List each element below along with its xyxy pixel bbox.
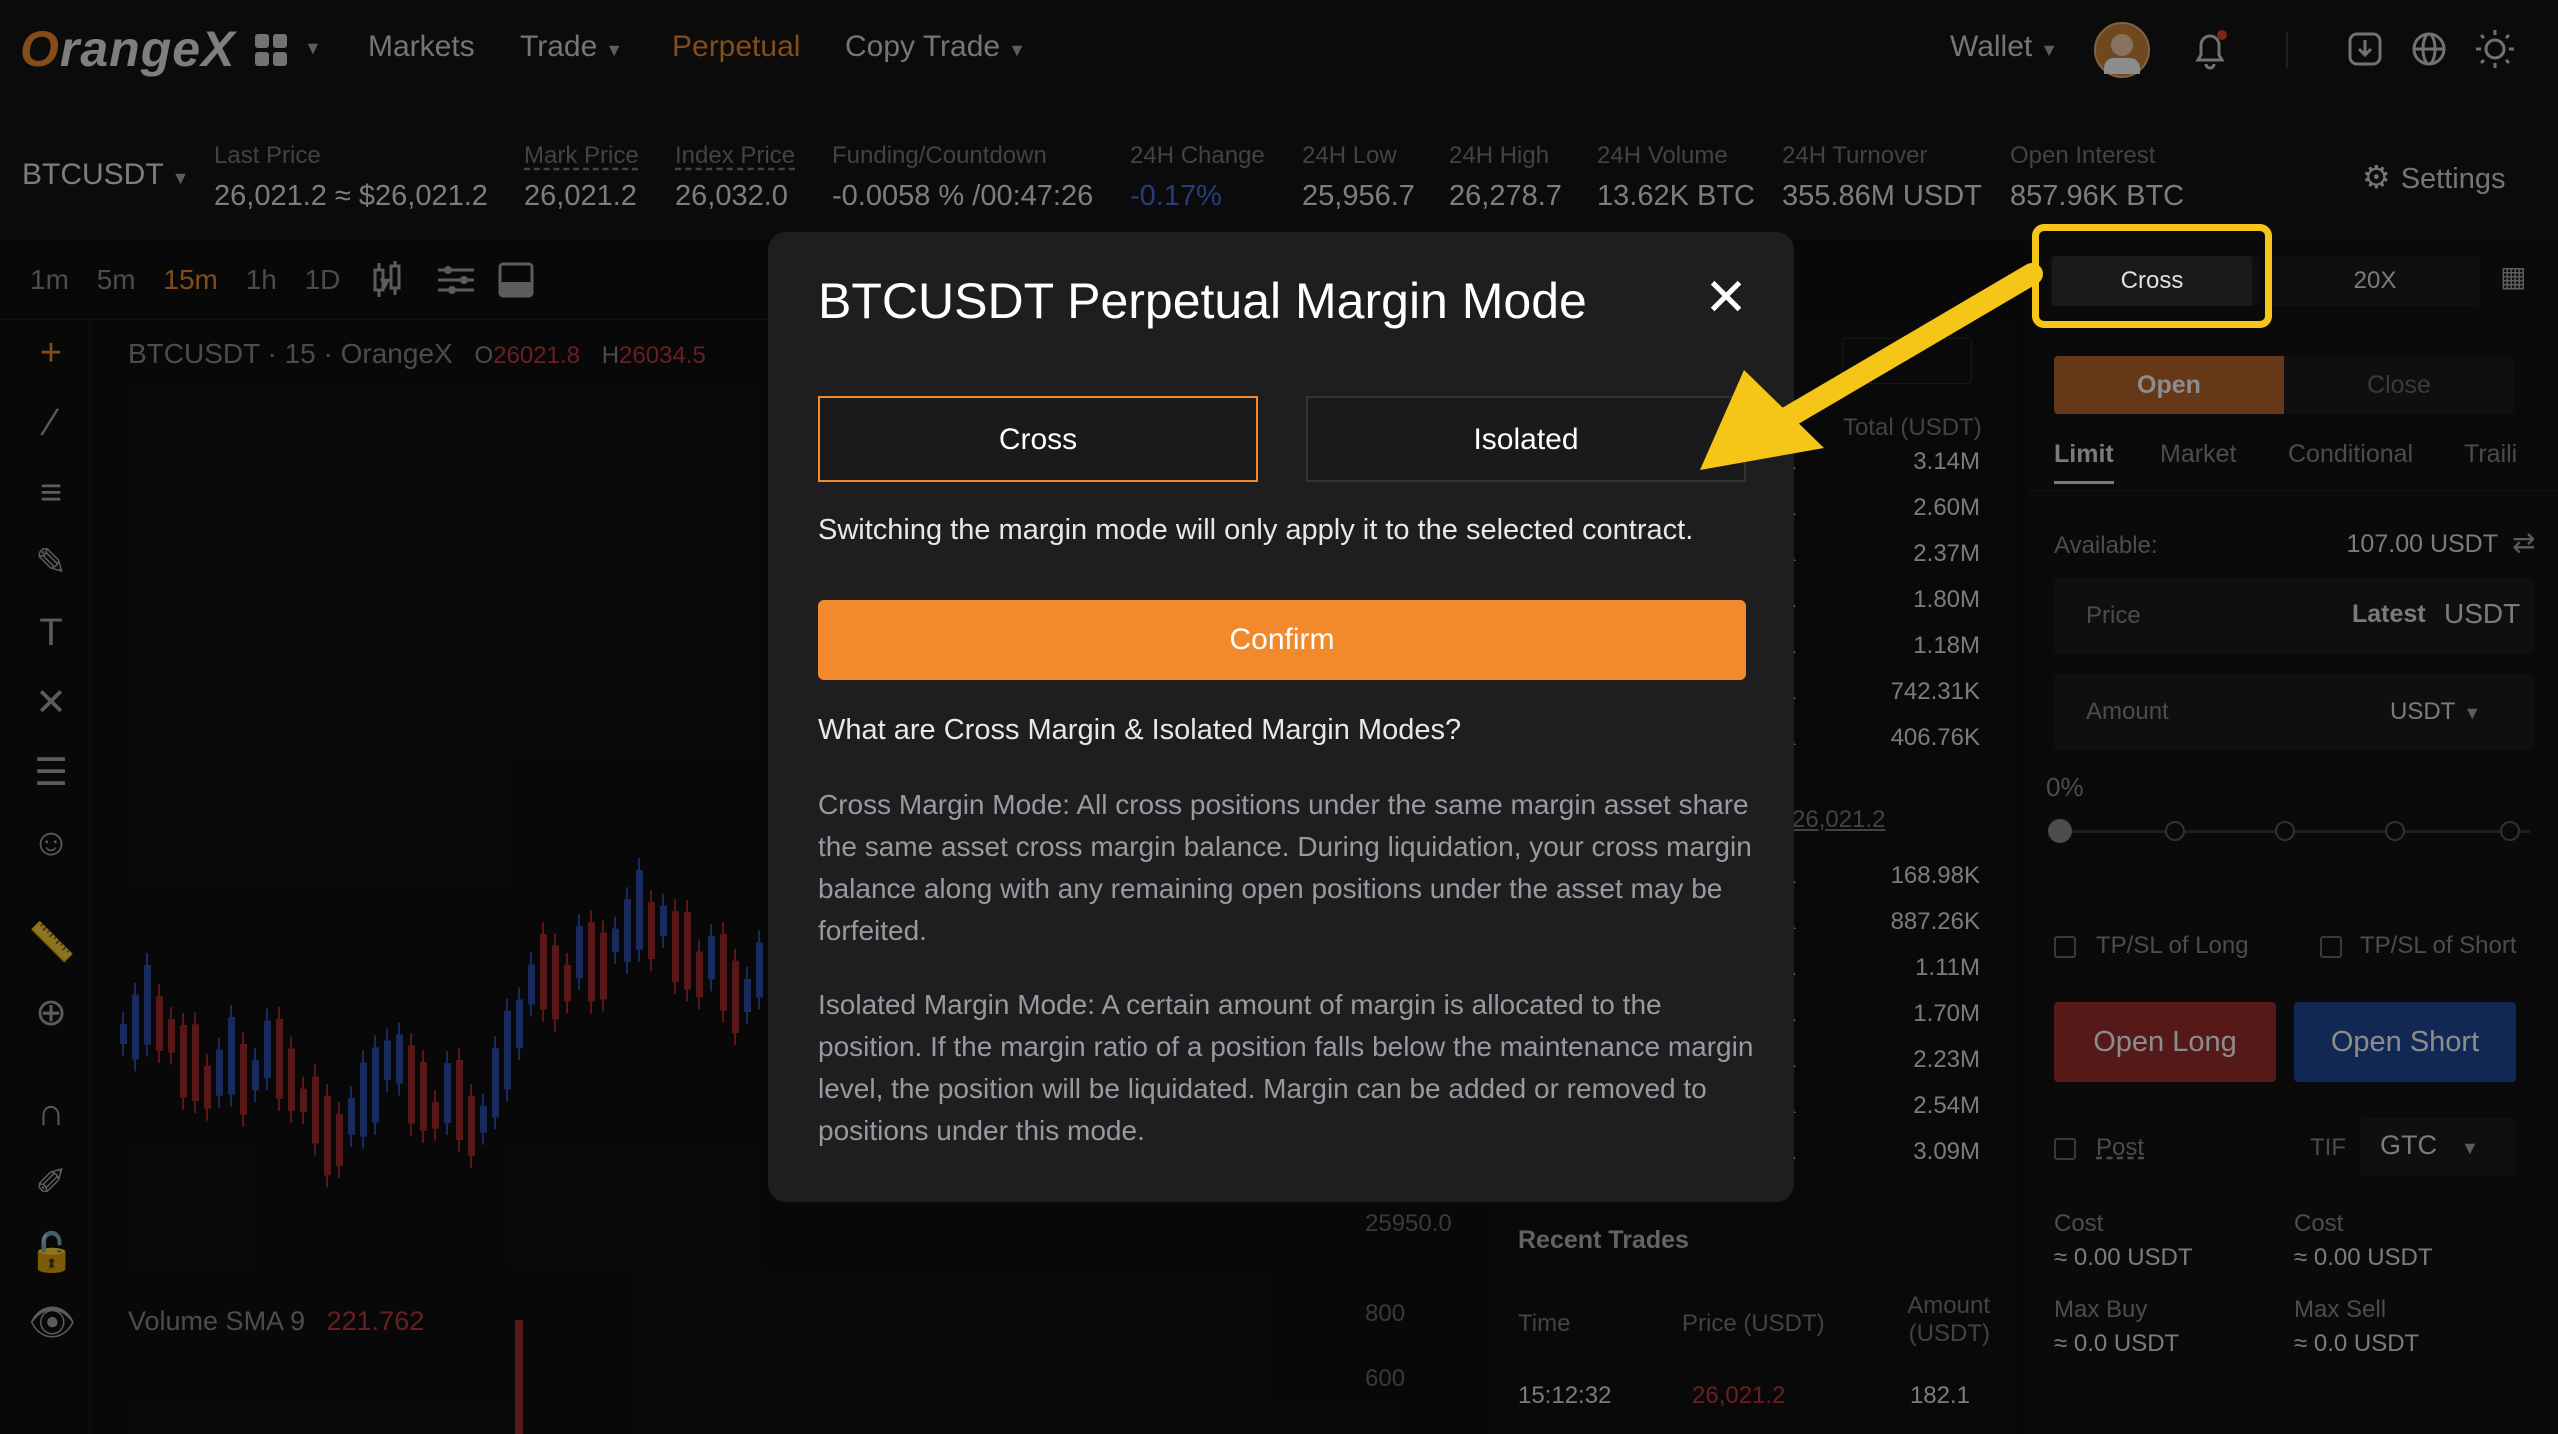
dialog-note: Switching the margin mode will only appl… xyxy=(818,514,1694,546)
confirm-button[interactable]: Confirm xyxy=(818,600,1746,680)
dialog-question: What are Cross Margin & Isolated Margin … xyxy=(818,714,1462,746)
cross-description: Cross Margin Mode: All cross positions u… xyxy=(818,789,1752,946)
dialog-title: BTCUSDT Perpetual Margin Mode xyxy=(818,273,1587,329)
isolated-description: Isolated Margin Mode: A certain amount o… xyxy=(818,989,1754,1146)
isolated-option-button[interactable]: Isolated xyxy=(1306,396,1746,482)
margin-mode-button-highlighted[interactable]: Cross xyxy=(2052,256,2252,306)
margin-mode-dialog: BTCUSDT Perpetual Margin Mode ✕ Cross Is… xyxy=(768,232,1794,1202)
pointer-arrow-icon xyxy=(1700,263,2043,470)
cross-option-button[interactable]: Cross xyxy=(818,396,1258,482)
